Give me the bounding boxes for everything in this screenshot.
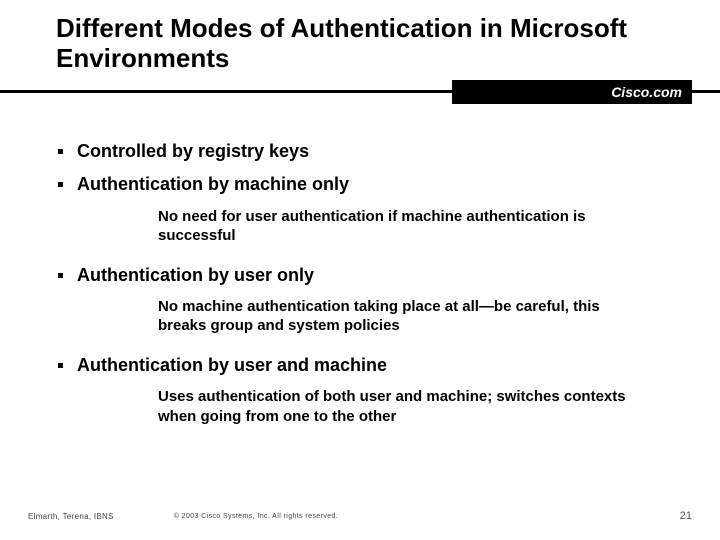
title-block: Different Modes of Authentication in Mic… [0, 0, 640, 74]
slide: Different Modes of Authentication in Mic… [0, 0, 720, 540]
bullet-text: Controlled by registry keys [77, 140, 309, 163]
bullet-item: Authentication by machine only [58, 173, 680, 196]
bullet-text: Authentication by machine only [77, 173, 349, 196]
content-area: Controlled by registry keys Authenticati… [0, 106, 720, 427]
bullet-text: Authentication by user and machine [77, 354, 387, 377]
bullet-item: Authentication by user and machine [58, 354, 680, 377]
page-title: Different Modes of Authentication in Mic… [56, 14, 640, 74]
footer-copyright: © 2003 Cisco Systems, Inc. All rights re… [114, 513, 680, 520]
bullet-icon [58, 273, 63, 278]
bullet-item: Authentication by user only [58, 264, 680, 287]
bullet-subtext: Uses authentication of both user and mac… [158, 387, 640, 426]
bullet-text: Authentication by user only [77, 264, 314, 287]
bullet-icon [58, 363, 63, 368]
brand-label: Cisco.com [452, 80, 692, 104]
page-number: 21 [680, 510, 692, 522]
bullet-icon [58, 149, 63, 154]
footer: Elmarth, Terena, IBNS © 2003 Cisco Syste… [0, 510, 720, 522]
bullet-subtext: No machine authentication taking place a… [158, 297, 640, 336]
footer-left: Elmarth, Terena, IBNS [28, 512, 114, 521]
bullet-icon [58, 182, 63, 187]
divider: Cisco.com [0, 80, 720, 106]
bullet-subtext: No need for user authentication if machi… [158, 207, 640, 246]
bullet-item: Controlled by registry keys [58, 140, 680, 163]
